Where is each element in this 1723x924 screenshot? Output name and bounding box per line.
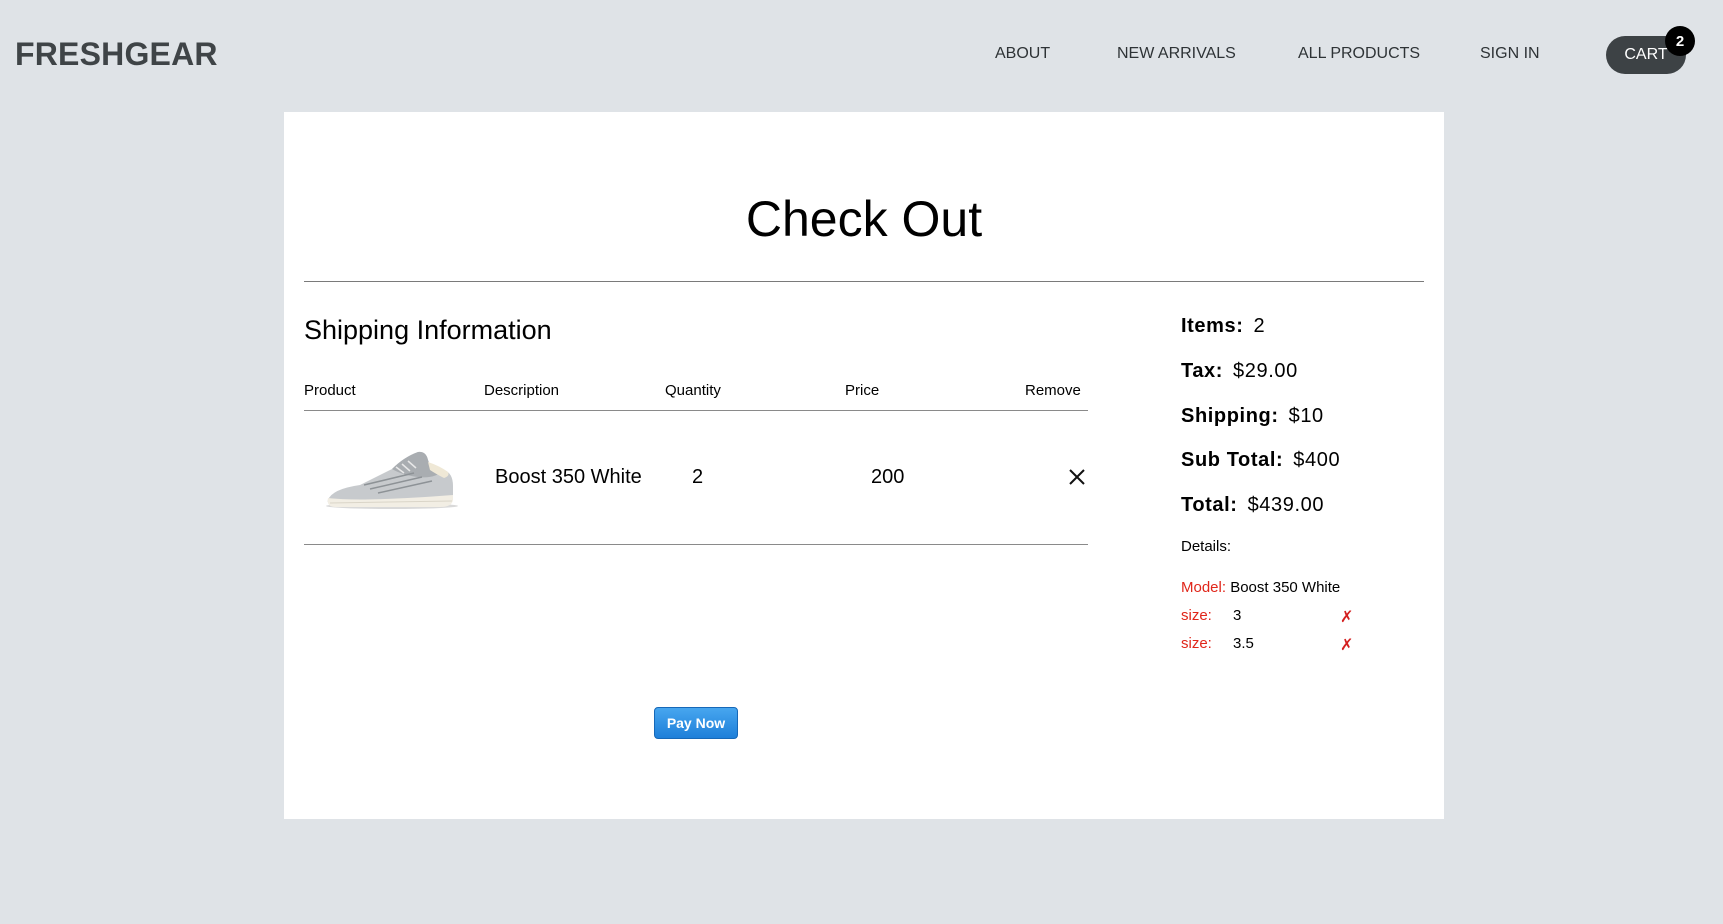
summary-total-value: $439.00 [1247,494,1325,516]
remove-item-icon[interactable] [1067,467,1087,487]
product-quantity: 2 [692,466,704,488]
nav-sign-in[interactable]: SIGN IN [1480,45,1540,63]
column-header-product: Product [304,382,356,399]
nav-new-arrivals[interactable]: NEW ARRIVALS [1117,45,1236,63]
product-price: 200 [871,466,905,488]
model-value: Boost 350 White [1230,579,1341,596]
summary-total: Total: $439.00 [1181,494,1324,517]
summary-items-value: 2 [1253,315,1266,337]
size-label: size: [1181,607,1212,624]
title-divider [304,281,1424,282]
summary-shipping-label: Shipping: [1181,405,1279,427]
column-header-remove: Remove [1025,382,1081,399]
details-label: Details: [1181,538,1232,555]
page-title: Check Out [745,191,983,247]
top-navigation-bar: FRESHGEAR ABOUT NEW ARRIVALS ALL PRODUCT… [0,0,1723,112]
size-value: 3 [1233,607,1242,624]
brand-logo[interactable]: FRESHGEAR [15,36,218,73]
summary-total-label: Total: [1181,494,1238,516]
summary-subtotal: Sub Total: $400 [1181,449,1340,472]
size-value: 3.5 [1233,635,1254,652]
shipping-information-heading: Shipping Information [304,315,552,345]
nav-about[interactable]: ABOUT [995,45,1050,63]
product-description: Boost 350 White [495,466,642,488]
summary-tax: Tax: $29.00 [1181,360,1298,383]
summary-subtotal-value: $400 [1293,449,1341,471]
column-header-description: Description [484,382,560,399]
summary-shipping: Shipping: $10 [1181,405,1324,428]
checkout-panel: Check Out Shipping Information Product D… [284,112,1444,819]
pay-now-button[interactable]: Pay Now [654,707,738,739]
nav-all-products[interactable]: ALL PRODUCTS [1298,45,1420,63]
summary-tax-label: Tax: [1181,360,1224,382]
remove-size-icon[interactable]: ✗ [1340,635,1353,655]
summary-items: Items: 2 [1181,315,1265,338]
summary-items-label: Items: [1181,315,1244,337]
sneaker-image [326,451,458,509]
remove-size-icon[interactable]: ✗ [1340,607,1353,627]
table-row-divider [304,544,1088,545]
size-label: size: [1181,635,1212,652]
summary-tax-value: $29.00 [1233,360,1298,382]
summary-subtotal-label: Sub Total: [1181,449,1284,471]
column-header-price: Price [845,382,880,399]
table-header-divider [304,410,1088,411]
summary-shipping-value: $10 [1288,405,1324,427]
cart-count-badge: 2 [1665,26,1695,56]
column-header-quantity: Quantity [665,382,721,399]
model-label: Model: [1181,579,1227,596]
detail-model: Model: Boost 350 White [1181,579,1340,596]
cart-label: CART [1624,46,1668,63]
